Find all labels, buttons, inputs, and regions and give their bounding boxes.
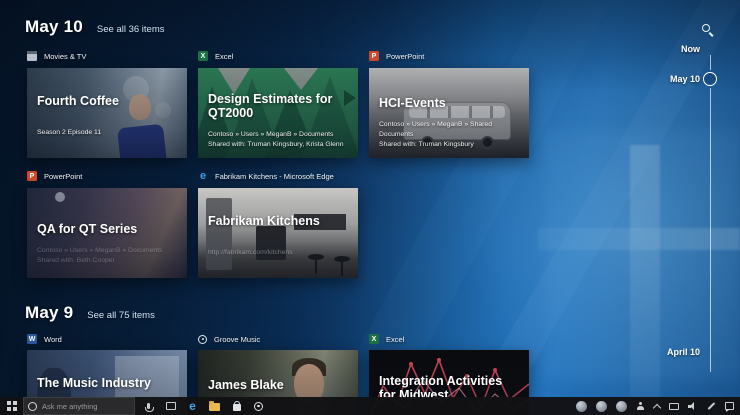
- card-shade: [198, 188, 358, 278]
- hidden-icons-chevron[interactable]: [652, 403, 662, 412]
- card-app-header: X Excel: [198, 50, 233, 62]
- app-label: Movies & TV: [44, 51, 87, 61]
- microphone-icon[interactable]: [143, 401, 155, 412]
- people-contact-avatar[interactable]: [596, 400, 607, 412]
- taskbar: Ask me anything e: [0, 397, 740, 415]
- search-placeholder: Ask me anything: [42, 401, 98, 411]
- timeline-scrubber-track[interactable]: [710, 55, 711, 70]
- windows-timeline-screen: May 10 See all 36 items Movies & TV X Ex…: [0, 0, 740, 415]
- store-icon[interactable]: [231, 400, 242, 412]
- scrubber-now-label: Now: [681, 44, 700, 54]
- powerpoint-icon: P: [369, 51, 379, 61]
- card-title: James Blake: [208, 378, 284, 392]
- card-meta-line1: Contoso » Users » MeganB » Documents: [208, 131, 334, 139]
- see-all-link[interactable]: See all 36 items: [97, 24, 165, 35]
- card-app-header: P PowerPoint: [27, 170, 82, 182]
- excel-icon: X: [198, 51, 208, 61]
- card-app-header: Groove Music: [198, 333, 260, 345]
- activity-card-hci-events[interactable]: HCI-Events Contoso » Users » MeganB » Sh…: [369, 68, 529, 158]
- touch-keyboard-icon[interactable]: [669, 402, 679, 410]
- cortana-search-box[interactable]: Ask me anything: [23, 397, 135, 415]
- card-app-header: W Word: [27, 333, 62, 345]
- action-center-icon[interactable]: [725, 402, 734, 412]
- section-date: May 9: [25, 303, 74, 322]
- card-meta-line1: Contoso » Users » MeganB » Shared Docume…: [379, 121, 492, 139]
- card-title: Fourth Coffee: [37, 94, 119, 108]
- scrubber-older-label: April 10: [666, 347, 700, 357]
- timeline-scrubber-track[interactable]: [710, 88, 711, 372]
- card-title: Design Estimates for QT2000: [208, 92, 333, 121]
- card-title: Fabrikam Kitchens: [208, 214, 320, 228]
- app-label: PowerPoint: [44, 171, 83, 181]
- timeline-search-icon[interactable]: [702, 24, 710, 32]
- powerpoint-icon: P: [27, 171, 37, 181]
- people-contact-avatar[interactable]: [616, 400, 627, 412]
- app-label: Word: [44, 334, 62, 344]
- excel-icon: X: [369, 334, 379, 344]
- task-view-button[interactable]: [165, 401, 176, 412]
- card-meta-line2: Shared with: Truman Kingsbury, Krista Gl…: [208, 141, 344, 149]
- see-all-link[interactable]: See all 75 items: [87, 310, 155, 321]
- card-app-header: P PowerPoint: [369, 50, 424, 62]
- card-meta: Season 2 Episode 11: [37, 129, 102, 137]
- windows-ink-pen-icon[interactable]: [707, 402, 716, 410]
- movies-tv-icon: [27, 51, 37, 61]
- card-title: The Music Industry: [37, 376, 151, 390]
- card-meta: Contoso » Users » MeganB » Shared Docume…: [379, 120, 523, 150]
- word-icon: W: [27, 334, 37, 344]
- activity-card-fabrikam-kitchens[interactable]: Fabrikam Kitchens http://fabrikam.com/ki…: [198, 188, 358, 278]
- card-url: http://fabrikam.com/kitchens: [208, 249, 293, 257]
- volume-icon[interactable]: [688, 402, 698, 411]
- start-button[interactable]: [7, 401, 17, 411]
- card-title: QA for QT Series: [37, 222, 138, 236]
- people-contact-avatar[interactable]: [576, 400, 587, 412]
- card-app-header: e Fabrikam Kitchens - Microsoft Edge: [198, 170, 334, 182]
- scrubber-current-label: May 10: [669, 74, 700, 84]
- card-meta-line1: Contoso » Users » MeganB » Documents: [37, 247, 163, 255]
- edge-icon: e: [199, 170, 207, 182]
- card-app-header: Movies & TV: [27, 50, 86, 62]
- card-meta-line2: Shared with: Truman Kingsbury: [379, 141, 474, 149]
- groove-music-taskbar-icon[interactable]: [253, 401, 264, 412]
- timeline-scrubber-handle[interactable]: [703, 72, 717, 86]
- app-label: Excel: [215, 51, 234, 61]
- people-button-icon[interactable]: [636, 401, 645, 411]
- section-date: May 10: [25, 17, 83, 36]
- activity-card-fourth-coffee[interactable]: Fourth Coffee Season 2 Episode 11: [27, 68, 187, 158]
- cortana-icon: [28, 401, 37, 411]
- file-explorer-icon[interactable]: [209, 401, 220, 412]
- section-header-may9: May 9 See all 75 items: [25, 303, 155, 323]
- app-label: PowerPoint: [386, 51, 425, 61]
- app-label: Excel: [386, 334, 405, 344]
- activity-card-qa-qt-series[interactable]: QA for QT Series Contoso » Users » Megan…: [27, 188, 187, 278]
- edge-taskbar-icon[interactable]: e: [187, 400, 198, 412]
- card-title: HCI-Events: [379, 96, 446, 110]
- card-meta: Contoso » Users » MeganB » Documents Sha…: [208, 130, 352, 150]
- app-label: Groove Music: [214, 334, 261, 344]
- activity-card-design-estimates[interactable]: Design Estimates for QT2000 Contoso » Us…: [198, 68, 358, 158]
- card-meta: Contoso » Users » MeganB » Documents Sha…: [37, 246, 181, 266]
- groove-music-icon: [198, 334, 207, 344]
- card-app-header: X Excel: [369, 333, 404, 345]
- card-meta-line2: Shared with: Beth Cooper: [37, 257, 115, 265]
- section-header-may10: May 10 See all 36 items: [25, 17, 165, 37]
- app-label: Fabrikam Kitchens - Microsoft Edge: [215, 171, 334, 181]
- card-shade: [27, 68, 187, 158]
